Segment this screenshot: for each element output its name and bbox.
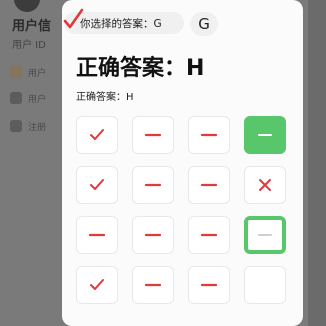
check-icon xyxy=(90,279,104,290)
avatar xyxy=(14,0,40,12)
grid-cell[interactable] xyxy=(244,166,286,204)
dash-icon xyxy=(88,233,106,237)
correct-answer-line: 正确答案：H xyxy=(76,92,134,103)
answer-grid xyxy=(76,116,286,304)
grid-cell[interactable] xyxy=(188,116,230,154)
menu-item: 注册 xyxy=(10,116,70,138)
menu-icon xyxy=(10,66,22,78)
correct-answer-heading: 正确答案：H xyxy=(76,56,205,81)
dash-icon xyxy=(200,283,218,287)
home-icon xyxy=(10,92,22,104)
grid-cell[interactable] xyxy=(76,266,118,304)
document-icon xyxy=(10,120,22,132)
grid-cell[interactable] xyxy=(132,216,174,254)
cross-icon xyxy=(259,179,271,191)
grid-cell[interactable] xyxy=(132,266,174,304)
check-icon xyxy=(90,129,104,140)
profile-id: 用户 ID xyxy=(12,40,46,51)
dash-icon xyxy=(144,233,162,237)
dash-icon xyxy=(200,183,218,187)
dash-icon xyxy=(144,133,162,137)
grid-cell[interactable] xyxy=(76,216,118,254)
dash-icon xyxy=(258,134,272,136)
menu-item: 用户 xyxy=(10,88,70,110)
grid-cell[interactable] xyxy=(244,116,286,154)
grid-cell[interactable] xyxy=(132,166,174,204)
grid-cell[interactable] xyxy=(76,166,118,204)
dash-icon xyxy=(200,233,218,237)
dash-icon xyxy=(258,234,272,236)
grid-cell[interactable] xyxy=(188,266,230,304)
selected-answer-chip: 你选择的答案：G xyxy=(63,8,184,34)
background-edge xyxy=(308,0,326,326)
grid-cell[interactable] xyxy=(76,116,118,154)
selected-answer-label: 你选择的答案：G xyxy=(80,18,162,30)
check-icon xyxy=(90,179,104,190)
dash-icon xyxy=(200,133,218,137)
grid-cell[interactable] xyxy=(188,166,230,204)
grid-cell[interactable] xyxy=(132,116,174,154)
grid-cell[interactable] xyxy=(244,266,286,304)
profile-title: 用户信 xyxy=(12,19,52,34)
answer-pill[interactable]: G xyxy=(190,12,218,36)
menu-item: 用户 xyxy=(10,62,70,84)
grid-cell[interactable] xyxy=(188,216,230,254)
grid-cell[interactable] xyxy=(244,216,286,254)
dash-icon xyxy=(144,183,162,187)
dash-icon xyxy=(144,283,162,287)
